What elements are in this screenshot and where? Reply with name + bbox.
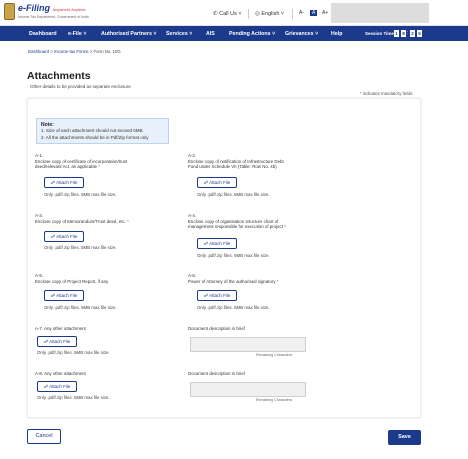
- note-box: Note: 1. Size of each attachment should …: [36, 118, 169, 144]
- breadcrumb-current: Form No. 10G: [93, 49, 121, 54]
- session-digit: 5: [417, 30, 422, 37]
- attachments-card: [27, 98, 421, 418]
- paperclip-icon: ☍: [203, 293, 209, 298]
- save-button[interactable]: Save: [388, 430, 421, 445]
- description-input-a7[interactable]: [190, 337, 306, 352]
- nav-ais[interactable]: AIS: [206, 31, 215, 37]
- nav-authorised-partners[interactable]: Authorised Partners ˅: [101, 31, 157, 37]
- chevron-down-icon: ˅: [83, 31, 87, 37]
- file-hint: Only .pdf/.zip files. 5MB max file size.: [197, 192, 270, 197]
- chevron-down-icon: ˅: [315, 31, 319, 37]
- session-colon: :: [407, 30, 409, 36]
- chevron-down-icon: ˅: [153, 31, 157, 37]
- user-profile-area[interactable]: [331, 3, 429, 23]
- file-hint: Only .pdf/.zip files. 5MB max file size.: [44, 192, 117, 197]
- efiling-logo[interactable]: e-Filing Anywhere Anytime Income Tax Dep…: [4, 3, 89, 20]
- nav-pending-actions[interactable]: Pending Actions ˅: [229, 31, 275, 37]
- description-input-a8[interactable]: [190, 382, 306, 397]
- nav-dashboard[interactable]: Dashboard: [29, 31, 57, 37]
- attachment-a7-label: A-7. Any other attachment: [35, 326, 86, 331]
- attach-file-button-a2[interactable]: ☍Attach File: [197, 177, 237, 188]
- page-subtitle: Other details to be provided as separate…: [30, 84, 131, 89]
- language-select[interactable]: ◎ English ˅: [255, 11, 284, 17]
- desc-label-a7: Document description in brief: [188, 326, 245, 331]
- cancel-button[interactable]: Cancel: [27, 429, 61, 444]
- nav-grievances[interactable]: Grievances ˅: [285, 31, 318, 37]
- attachment-a3-label: A-3. Enclose copy of Memorandum/Trust de…: [35, 213, 129, 224]
- chevron-down-icon: ˅: [238, 11, 242, 17]
- attachment-a4-label: A-4. Enclose copy of organisation struct…: [188, 213, 286, 230]
- divider: [292, 9, 293, 19]
- nav-efile[interactable]: e-File ˅: [68, 31, 86, 37]
- file-hint: Only .pdf/.zip files. 5MB max file size.: [197, 253, 270, 258]
- paperclip-icon: ☍: [50, 180, 56, 185]
- nav-services[interactable]: Services ˅: [166, 31, 192, 37]
- font-decrease-button[interactable]: A-: [299, 10, 304, 16]
- phone-icon: ✆: [213, 11, 218, 17]
- attach-file-button-a1[interactable]: ☍Attach File: [44, 177, 84, 188]
- paperclip-icon: ☍: [50, 234, 56, 239]
- file-hint: Only .pdf/.zip files. 5MB max file size.: [197, 305, 270, 310]
- logo-title: e-Filing Anywhere Anytime: [18, 3, 86, 13]
- paperclip-icon: ☍: [43, 339, 49, 344]
- session-digit: 2: [410, 30, 415, 37]
- divider: [248, 9, 249, 19]
- font-increase-button[interactable]: A+: [322, 10, 328, 16]
- paperclip-icon: ☍: [203, 241, 209, 246]
- attach-file-button-a6[interactable]: ☍Attach File: [197, 290, 237, 301]
- main-nav: Dashboard e-File ˅ Authorised Partners ˅…: [0, 26, 468, 41]
- attach-file-button-a7[interactable]: ☍Attach File: [37, 336, 77, 347]
- breadcrumb-income-tax-forms[interactable]: Income-tax Forms: [54, 49, 89, 54]
- session-digit: 8: [401, 30, 406, 37]
- call-us-button[interactable]: ✆ Call Us ˅: [213, 11, 242, 17]
- attach-file-button-a5[interactable]: ☍Attach File: [44, 290, 84, 301]
- note-line: 2. All the attachments should be in Pdf/…: [41, 134, 149, 140]
- font-normal-button[interactable]: A: [310, 10, 318, 16]
- chevron-down-icon: ˅: [189, 31, 193, 37]
- nav-help[interactable]: Help: [331, 31, 342, 37]
- globe-icon: ◎: [255, 11, 260, 17]
- attach-file-button-a8[interactable]: ☍Attach File: [37, 381, 77, 392]
- attach-file-button-a4[interactable]: ☍Attach File: [197, 238, 237, 249]
- session-digit: 1: [394, 30, 399, 37]
- paperclip-icon: ☍: [50, 293, 56, 298]
- breadcrumb: Dashboard > Income-tax Forms > Form No. …: [28, 49, 121, 54]
- paperclip-icon: ☍: [203, 180, 209, 185]
- attachment-a8-label: A-8. Any other attachment: [35, 371, 86, 376]
- mandatory-fields-note: * indicates mandatory fields: [360, 91, 413, 96]
- remaining-characters: Remaining Characters:: [256, 353, 293, 357]
- remaining-characters: Remaining Characters:: [256, 398, 293, 402]
- breadcrumb-dashboard[interactable]: Dashboard: [28, 49, 49, 54]
- top-header: e-Filing Anywhere Anytime Income Tax Dep…: [0, 0, 468, 26]
- chevron-down-icon: ˅: [272, 31, 276, 37]
- attachment-a1-label: A-1. Enclose copy of certificate of inco…: [35, 153, 128, 170]
- attachment-a6-label: A-6. Power of Attorney of the authorised…: [188, 273, 279, 284]
- chevron-down-icon: ˅: [280, 11, 285, 17]
- emblem-icon: [4, 3, 15, 20]
- paperclip-icon: ☍: [43, 384, 49, 389]
- file-hint: Only .pdf/.zip files. 5MB max file size.: [44, 245, 117, 250]
- desc-label-a8: Document description in brief: [188, 371, 245, 376]
- session-time-label: Session Time: [365, 31, 394, 36]
- file-hint: Only .pdf/.zip files. 5MB max file size.: [44, 305, 117, 310]
- attachment-a2-label: A-2. Enclose copy of notification of Inf…: [188, 153, 284, 170]
- attachment-a5-label: A-5. Enclose copy of Project Report, if …: [35, 273, 109, 284]
- page-title: Attachments: [27, 70, 91, 82]
- attach-file-button-a3[interactable]: ☍Attach File: [44, 231, 84, 242]
- file-hint: Only .pdf/.zip files. 5MB max file size.: [37, 395, 110, 400]
- logo-subtitle: Income Tax Department, Government of Ind…: [18, 15, 89, 19]
- file-hint: Only .pdf/.zip files. 5MB max file size.: [37, 350, 110, 355]
